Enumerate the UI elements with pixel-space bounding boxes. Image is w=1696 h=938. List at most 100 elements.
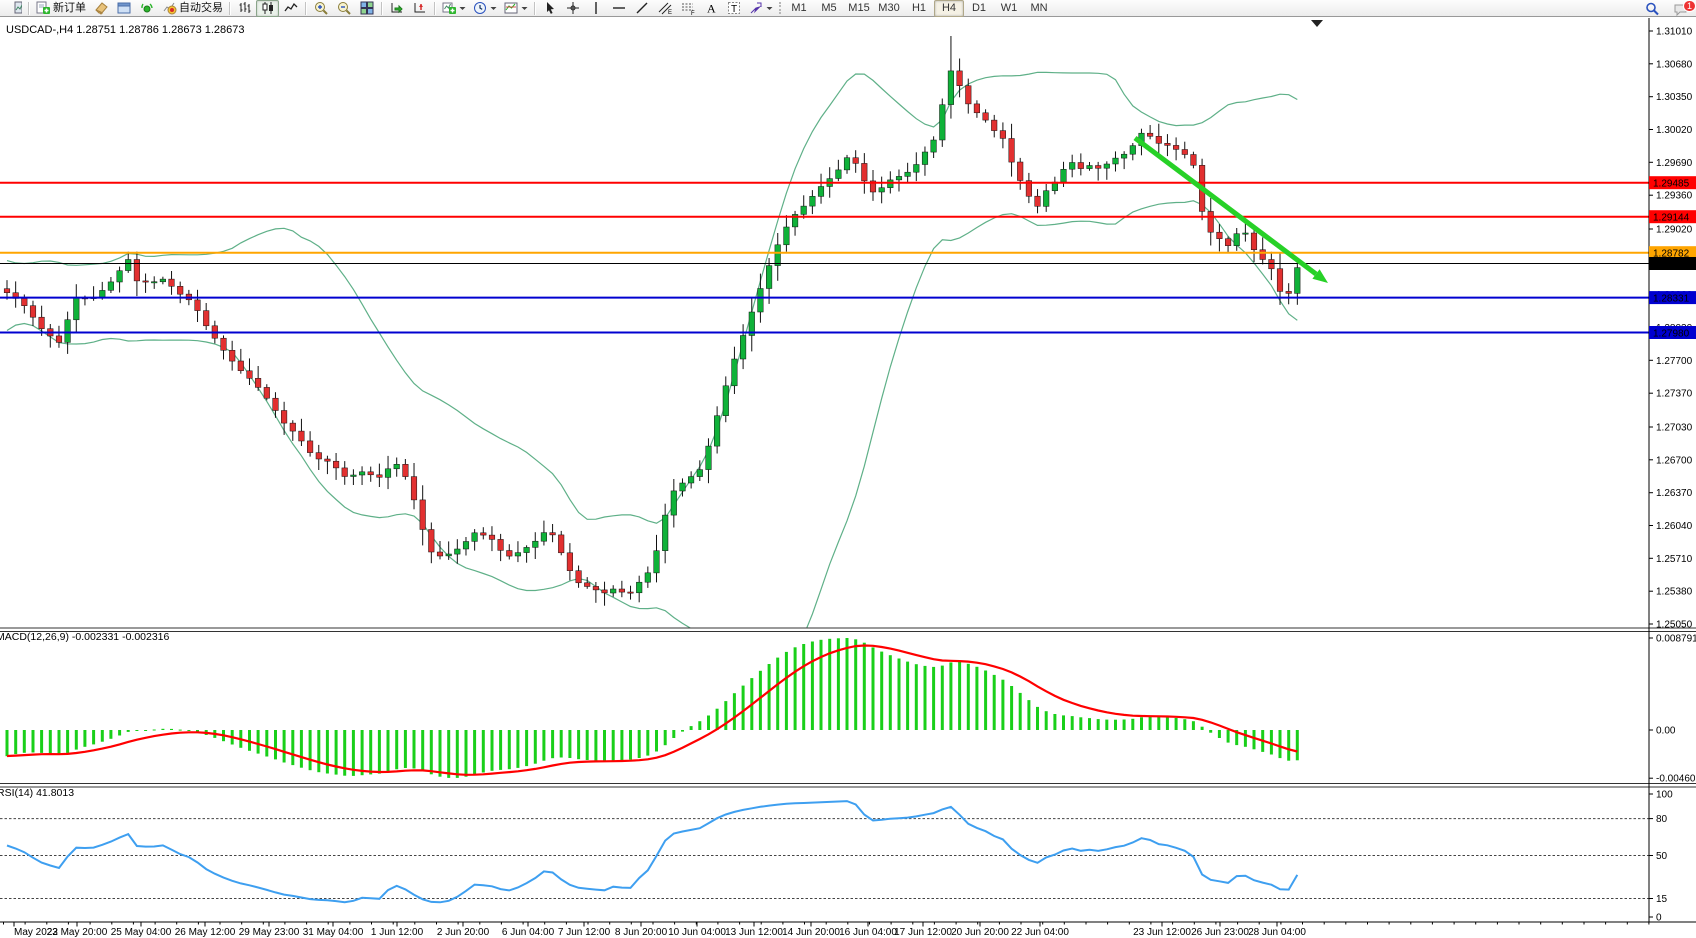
candle-down (4, 289, 10, 293)
fibonacci-button[interactable]: F (676, 0, 699, 17)
candle-up (1087, 166, 1093, 169)
svg-text:T: T (731, 4, 737, 15)
rsi-tick-label: 15 (1656, 894, 1668, 905)
crosshair-icon (565, 0, 581, 16)
horizontal-levels[interactable] (0, 183, 1649, 333)
timeframe-m5-button[interactable]: M5 (814, 0, 844, 17)
candle-down (1165, 143, 1171, 145)
candle-down (247, 371, 253, 379)
timeframe-m15-button[interactable]: M15 (844, 0, 874, 17)
periods-icon (472, 0, 488, 16)
price-tick-label: 1.25710 (1656, 554, 1693, 565)
indicators-list-button[interactable] (438, 0, 469, 17)
candle-down (1260, 250, 1266, 260)
templates-button[interactable] (500, 0, 531, 17)
cursor-button[interactable] (538, 0, 561, 17)
chart-area[interactable]: 1.310101.306801.303501.300201.296901.293… (0, 17, 1696, 938)
candle-down (420, 500, 426, 530)
chart-shift-button[interactable] (408, 0, 431, 17)
horizontal-line-icon (611, 0, 627, 16)
macd-histogram-bar (690, 726, 693, 730)
macd-histogram-bar (1218, 730, 1221, 738)
candle-down (619, 589, 625, 592)
trendline-icon (634, 0, 650, 16)
candle-down (195, 300, 201, 311)
macd-histogram-bar (300, 730, 303, 768)
new-order-button[interactable]: 新订单 (32, 0, 89, 17)
macd-histogram-bar (291, 730, 294, 765)
macd-histogram-bar (577, 730, 580, 759)
chat-button[interactable]: 1 (1669, 0, 1692, 17)
candle-up (740, 336, 746, 360)
chart-canvas[interactable]: 1.310101.306801.303501.300201.296901.293… (0, 17, 1696, 938)
macd-histogram-bar (135, 730, 138, 731)
macd-histogram-bar (118, 730, 121, 736)
auto-scroll-button[interactable] (385, 0, 408, 17)
vertical-line-button[interactable] (584, 0, 607, 17)
macd-histogram-bar (1201, 727, 1204, 730)
text-button[interactable]: A (699, 0, 722, 17)
chart-fragment-button[interactable] (2, 0, 25, 17)
trend-arrow-annotation[interactable] (1135, 20, 1328, 283)
timeframe-m30-button[interactable]: M30 (874, 0, 904, 17)
eraser-button[interactable] (89, 0, 112, 17)
toolbar-grip[interactable] (779, 2, 781, 14)
candle-up (818, 187, 824, 197)
timeframe-h4-button[interactable]: H4 (934, 0, 964, 17)
search-button[interactable] (1640, 0, 1663, 17)
time-axis-label: 25 May 04:00 (111, 927, 172, 938)
timeframe-d1-button[interactable]: D1 (964, 0, 994, 17)
timeframe-h1-button[interactable]: H1 (904, 0, 934, 17)
macd-histogram-bar (361, 730, 364, 775)
candle-down (316, 453, 322, 459)
candle-down (1017, 162, 1023, 181)
trendline-button[interactable] (630, 0, 653, 17)
line-chart-mode-button[interactable] (279, 0, 302, 17)
candle-down (1000, 131, 1006, 139)
bar-chart-mode-button[interactable] (233, 0, 256, 17)
text-label-button[interactable]: T (722, 0, 745, 17)
macd-histogram-bar (949, 662, 952, 730)
candle-down (1035, 196, 1041, 206)
zoom-in-icon (313, 0, 329, 16)
tile-windows-button[interactable] (355, 0, 378, 17)
macd-histogram-bar (811, 642, 814, 731)
candle-down (307, 441, 313, 453)
horizontal-line-button[interactable] (607, 0, 630, 17)
macd-histogram-bar (820, 640, 823, 730)
candle-down (437, 552, 443, 556)
candle-up (784, 227, 790, 245)
chart-windows-button[interactable] (112, 0, 135, 17)
macd-pane (6, 638, 1299, 778)
svg-text:F: F (691, 11, 695, 16)
signals-button[interactable] (135, 0, 158, 17)
arrows-icon (748, 0, 764, 16)
zoom-in-button[interactable] (309, 0, 332, 17)
zoom-out-button[interactable] (332, 0, 355, 17)
timeframe-w1-button[interactable]: W1 (994, 0, 1024, 17)
candle-up (446, 554, 452, 556)
timeframe-m1-button[interactable]: M1 (784, 0, 814, 17)
candle-up (1043, 191, 1049, 207)
time-axis-label: 16 Jun 04:00 (839, 927, 897, 938)
timeframe-mn-button[interactable]: MN (1024, 0, 1054, 17)
auto-trading-button[interactable]: 自动交易 (158, 0, 226, 17)
macd-histogram-bar (1296, 730, 1299, 760)
periods-button[interactable] (469, 0, 500, 17)
candle-down (1286, 291, 1292, 293)
candle-down (143, 281, 149, 282)
macd-histogram-bar (144, 730, 147, 731)
candle-up (1061, 169, 1067, 182)
time-axis-label: 29 May 23:00 (239, 927, 300, 938)
arrows-button[interactable] (745, 0, 776, 17)
macd-indicator-label: MACD(12,26,9) -0.002331 -0.002316 (0, 631, 170, 643)
equidistant-channel-button[interactable]: E (653, 0, 676, 17)
candlestick-mode-button[interactable] (256, 0, 279, 17)
macd-histogram-bar (984, 671, 987, 731)
macd-histogram-bar (179, 730, 182, 731)
time-axis-label: 7 Jun 12:00 (558, 927, 611, 938)
macd-histogram-bar (698, 721, 701, 730)
crosshair-button[interactable] (561, 0, 584, 17)
eraser-icon (93, 0, 109, 16)
macd-histogram-bar (525, 730, 528, 766)
